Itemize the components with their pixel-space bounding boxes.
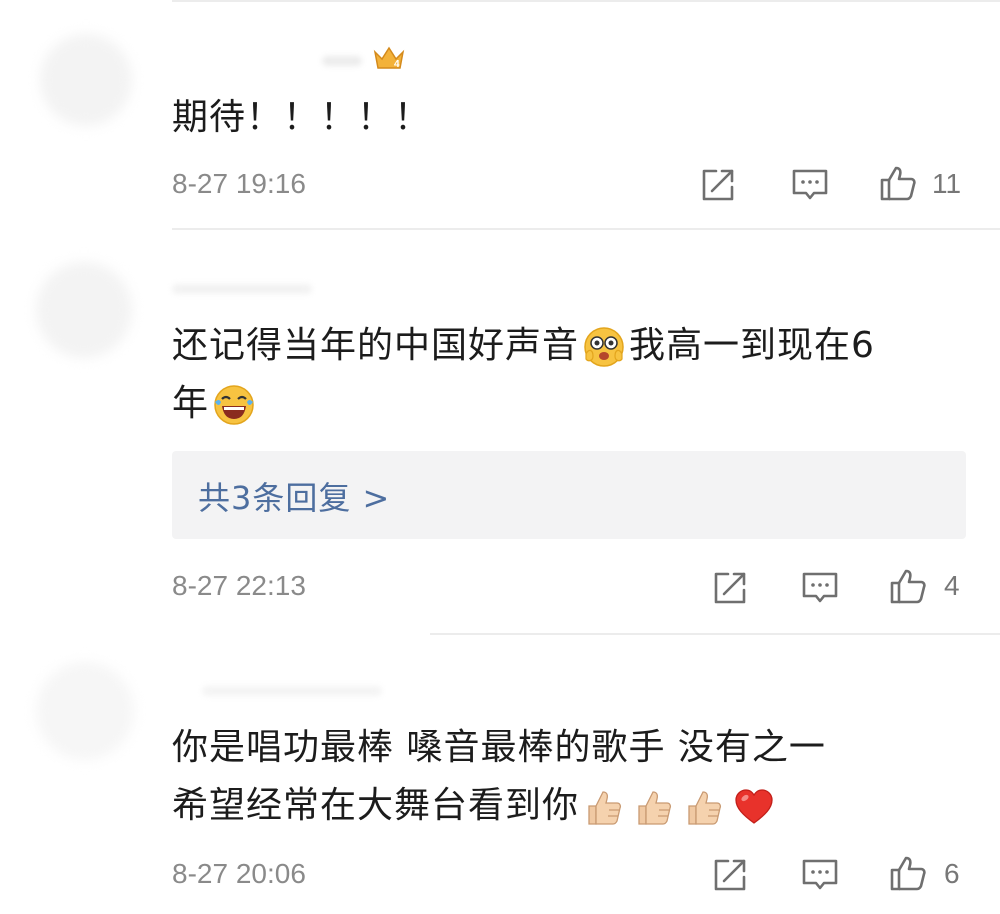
- comment-text: 你是唱功最棒 嗓音最棒的歌手 没有之一: [172, 727, 826, 768]
- blurred-username: [202, 686, 382, 696]
- thumbs-up-emoji: [583, 786, 625, 828]
- blurred-username: [322, 56, 362, 66]
- comment-text: 期待！！！！！: [172, 97, 432, 138]
- comment-icon[interactable]: [800, 568, 840, 608]
- share-icon[interactable]: [710, 855, 750, 895]
- comment-text: 年: [172, 378, 259, 430]
- share-icon[interactable]: [698, 165, 738, 205]
- like-count: 6: [944, 858, 960, 889]
- comment-text-part: 希望经常在大舞台看到你: [172, 785, 580, 826]
- comment-text-part: 年: [172, 383, 210, 424]
- comment-timestamp: 8-27 19:16: [172, 168, 306, 199]
- laughing-tears-emoji: [213, 384, 255, 426]
- comment-text: 还记得当年的中国好声音 我高一到现在6: [172, 320, 875, 372]
- red-heart-emoji: [733, 786, 775, 828]
- comment-timestamp: 8-27 22:13: [172, 570, 306, 601]
- like-icon[interactable]: [888, 566, 928, 606]
- replies-box[interactable]: 共3条回复 >: [172, 451, 966, 539]
- like-icon[interactable]: [888, 853, 928, 893]
- view-replies-link[interactable]: 共3条回复 >: [198, 473, 390, 519]
- blurred-username: [172, 284, 312, 294]
- username[interactable]: [172, 270, 422, 306]
- comment-divider: [430, 633, 1000, 635]
- thumbs-up-emoji: [633, 786, 675, 828]
- comment-icon[interactable]: [800, 855, 840, 895]
- svg-text:4: 4: [394, 59, 400, 70]
- like-count: 11: [932, 168, 962, 199]
- avatar[interactable]: [36, 662, 134, 760]
- comment-timestamp: 8-27 20:06: [172, 858, 306, 889]
- thumbs-up-emoji: [683, 786, 725, 828]
- share-icon[interactable]: [710, 568, 750, 608]
- comment-icon[interactable]: [790, 165, 830, 205]
- like-count: 4: [944, 570, 960, 601]
- avatar[interactable]: [36, 262, 132, 358]
- crown-badge-icon: 4: [372, 44, 406, 72]
- amazed-face-emoji: [583, 326, 625, 368]
- comment-text-part: 我高一到现在6: [629, 325, 875, 366]
- like-icon[interactable]: [878, 163, 918, 203]
- top-divider: [172, 0, 1000, 2]
- comment-text-part: 还记得当年的中国好声音: [172, 325, 580, 366]
- username[interactable]: [172, 672, 422, 708]
- comment-divider: [172, 228, 1000, 230]
- avatar[interactable]: [40, 34, 132, 126]
- comment-text: 希望经常在大舞台看到你: [172, 780, 779, 832]
- username[interactable]: 4: [172, 42, 422, 78]
